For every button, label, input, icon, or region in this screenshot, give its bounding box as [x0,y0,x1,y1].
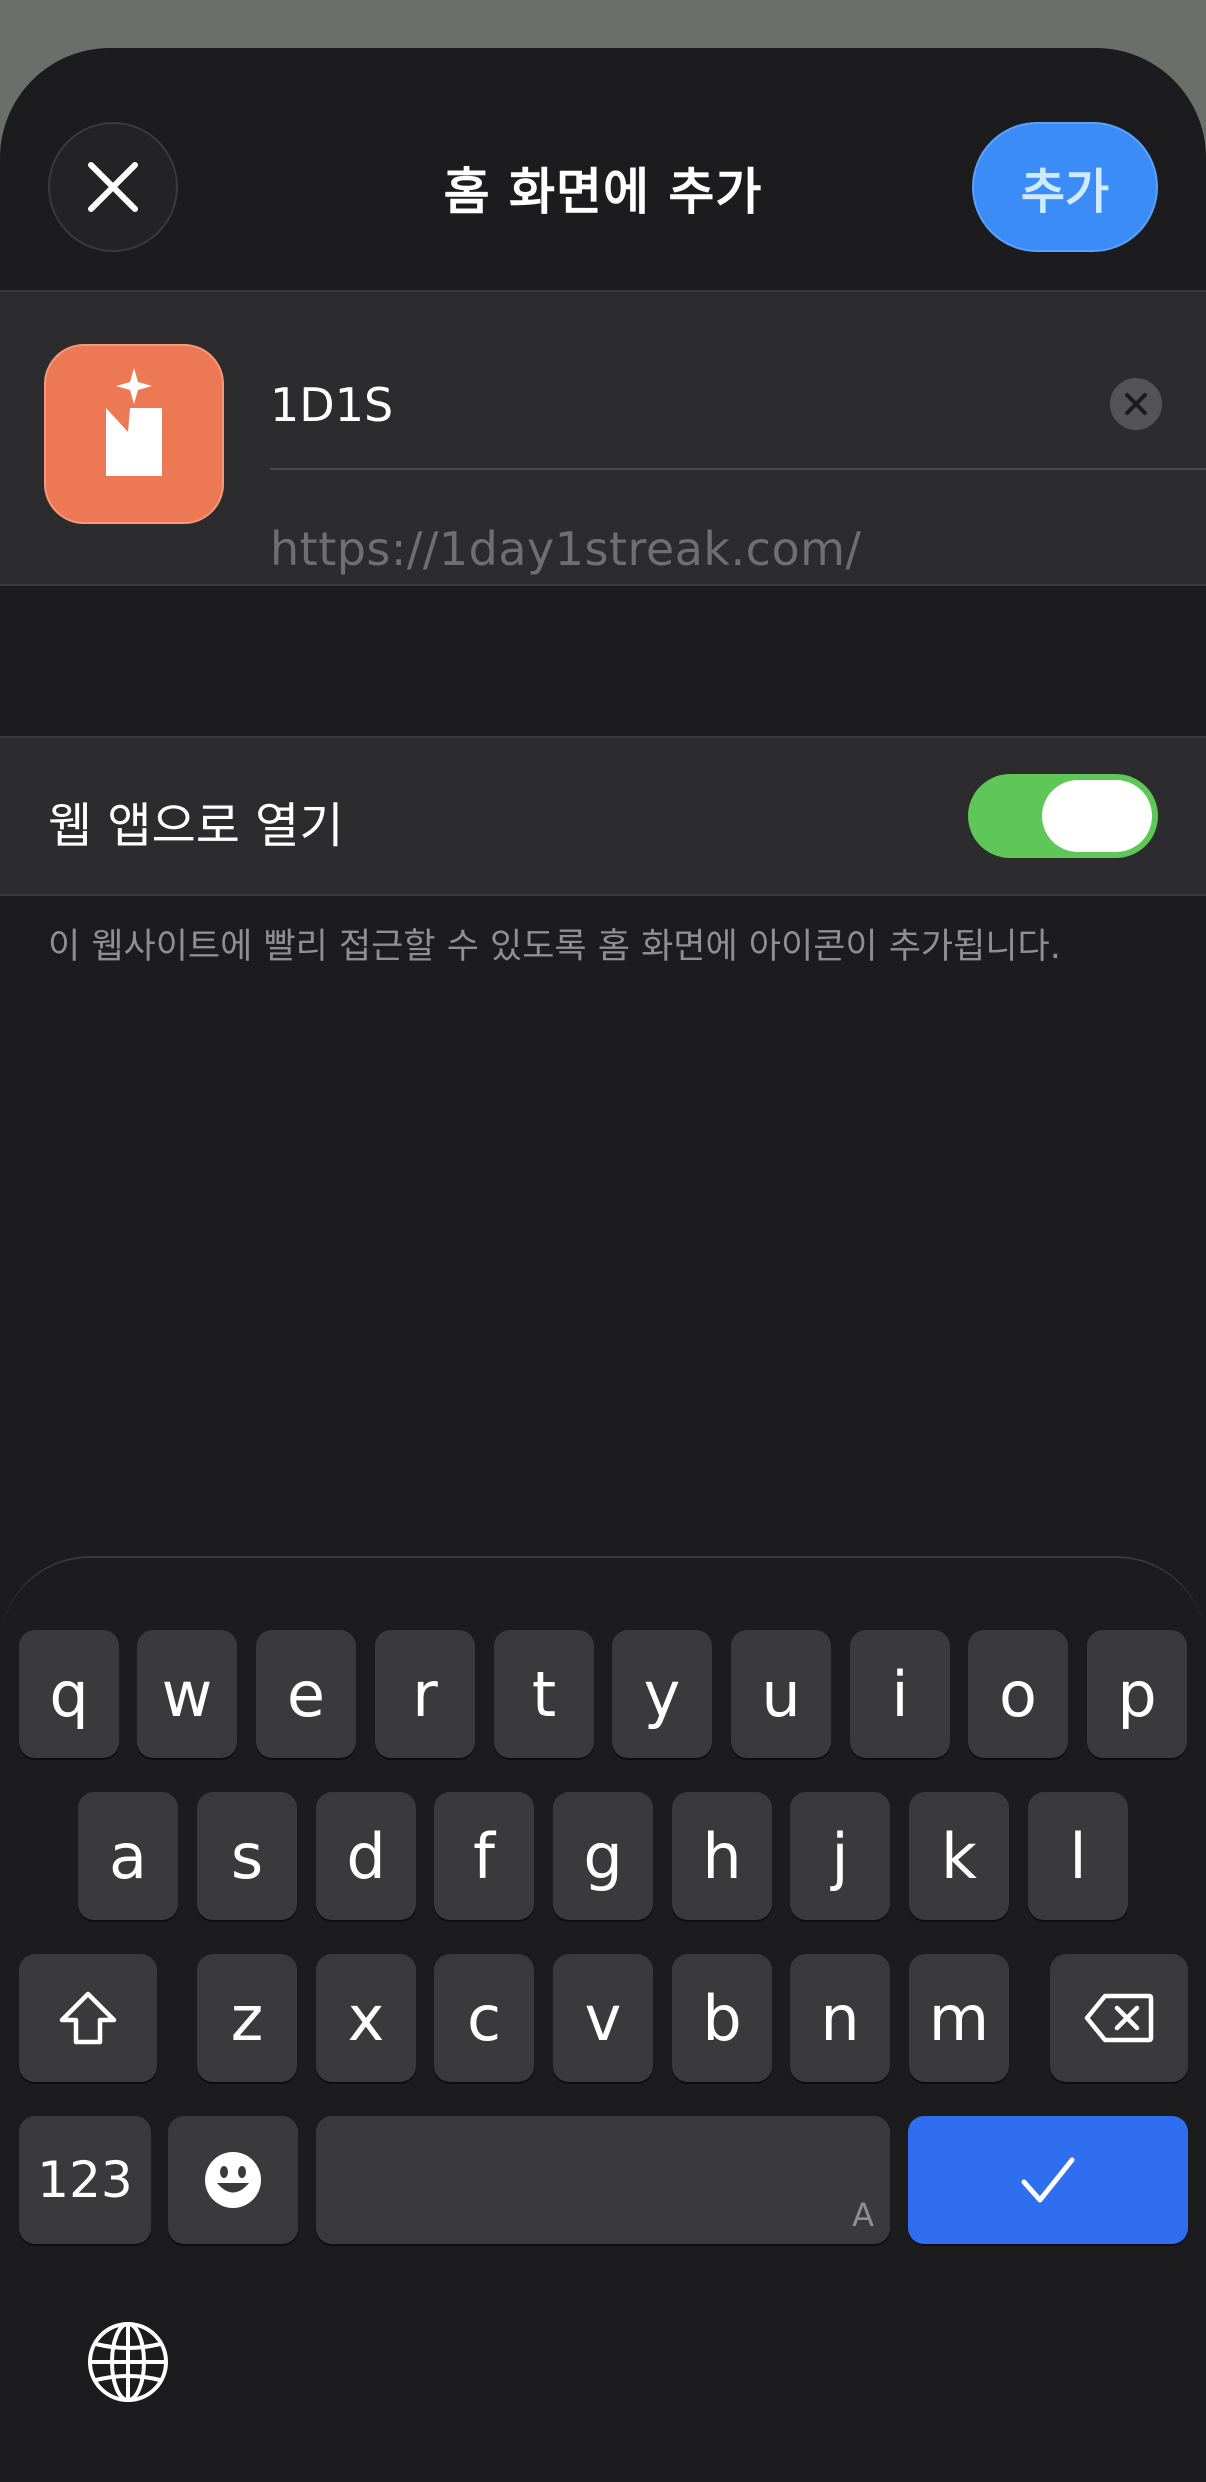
key-c[interactable]: c [434,1954,534,2082]
key-b[interactable]: b [672,1954,772,2082]
key-d[interactable]: d [316,1792,416,1920]
key-o[interactable]: o [968,1630,1068,1758]
clear-circle-icon [1125,393,1147,415]
key-z[interactable]: z [197,1954,297,2082]
web-app-label: 웹 앱으로 열기 [48,798,344,854]
key-q[interactable]: q [19,1630,119,1758]
bookmark-name-input[interactable] [270,370,970,440]
space-key[interactable]: A [316,2116,890,2244]
key-y[interactable]: y [612,1630,712,1758]
key-x[interactable]: x [316,1954,416,2082]
key-p[interactable]: p [1087,1630,1187,1758]
key-j[interactable]: j [790,1792,890,1920]
globe-icon [88,2322,168,2402]
bookmark-logo-icon [106,368,162,476]
key-i[interactable]: i [850,1630,950,1758]
shift-key[interactable] [19,1954,157,2082]
key-g[interactable]: g [553,1792,653,1920]
key-k[interactable]: k [909,1792,1009,1920]
key-f[interactable]: f [434,1792,534,1920]
numbers-key[interactable]: 123 [19,2116,151,2244]
key-w[interactable]: w [137,1630,237,1758]
key-r[interactable]: r [375,1630,475,1758]
key-n[interactable]: n [790,1954,890,2082]
field-divider [270,468,1206,470]
add-button[interactable]: 추가 [972,122,1158,252]
checkmark-icon [1021,2157,1075,2203]
key-l[interactable]: l [1028,1792,1128,1920]
key-u[interactable]: u [731,1630,831,1758]
app-icon [44,344,224,524]
web-app-toggle[interactable] [968,774,1158,858]
return-key[interactable] [908,2116,1188,2244]
toggle-knob [1042,780,1152,852]
clear-name-button[interactable] [1110,378,1162,430]
key-s[interactable]: s [197,1792,297,1920]
key-m[interactable]: m [909,1954,1009,2082]
space-hint: A [852,2196,874,2234]
key-h[interactable]: h [672,1792,772,1920]
bookmark-url: https://1day1streak.com/ [270,522,862,576]
delete-icon [1084,1993,1154,2043]
key-e[interactable]: e [256,1630,356,1758]
shift-icon [59,1991,117,2045]
delete-key[interactable] [1050,1954,1188,2082]
emoji-icon [205,2152,261,2208]
globe-button[interactable] [80,2314,176,2410]
emoji-key[interactable] [168,2116,298,2244]
key-v[interactable]: v [553,1954,653,2082]
footnote-text: 이 웹사이트에 빨리 접근할 수 있도록 홈 화면에 아이콘이 추가됩니다. [48,927,1061,967]
key-t[interactable]: t [494,1630,594,1758]
key-a[interactable]: a [78,1792,178,1920]
